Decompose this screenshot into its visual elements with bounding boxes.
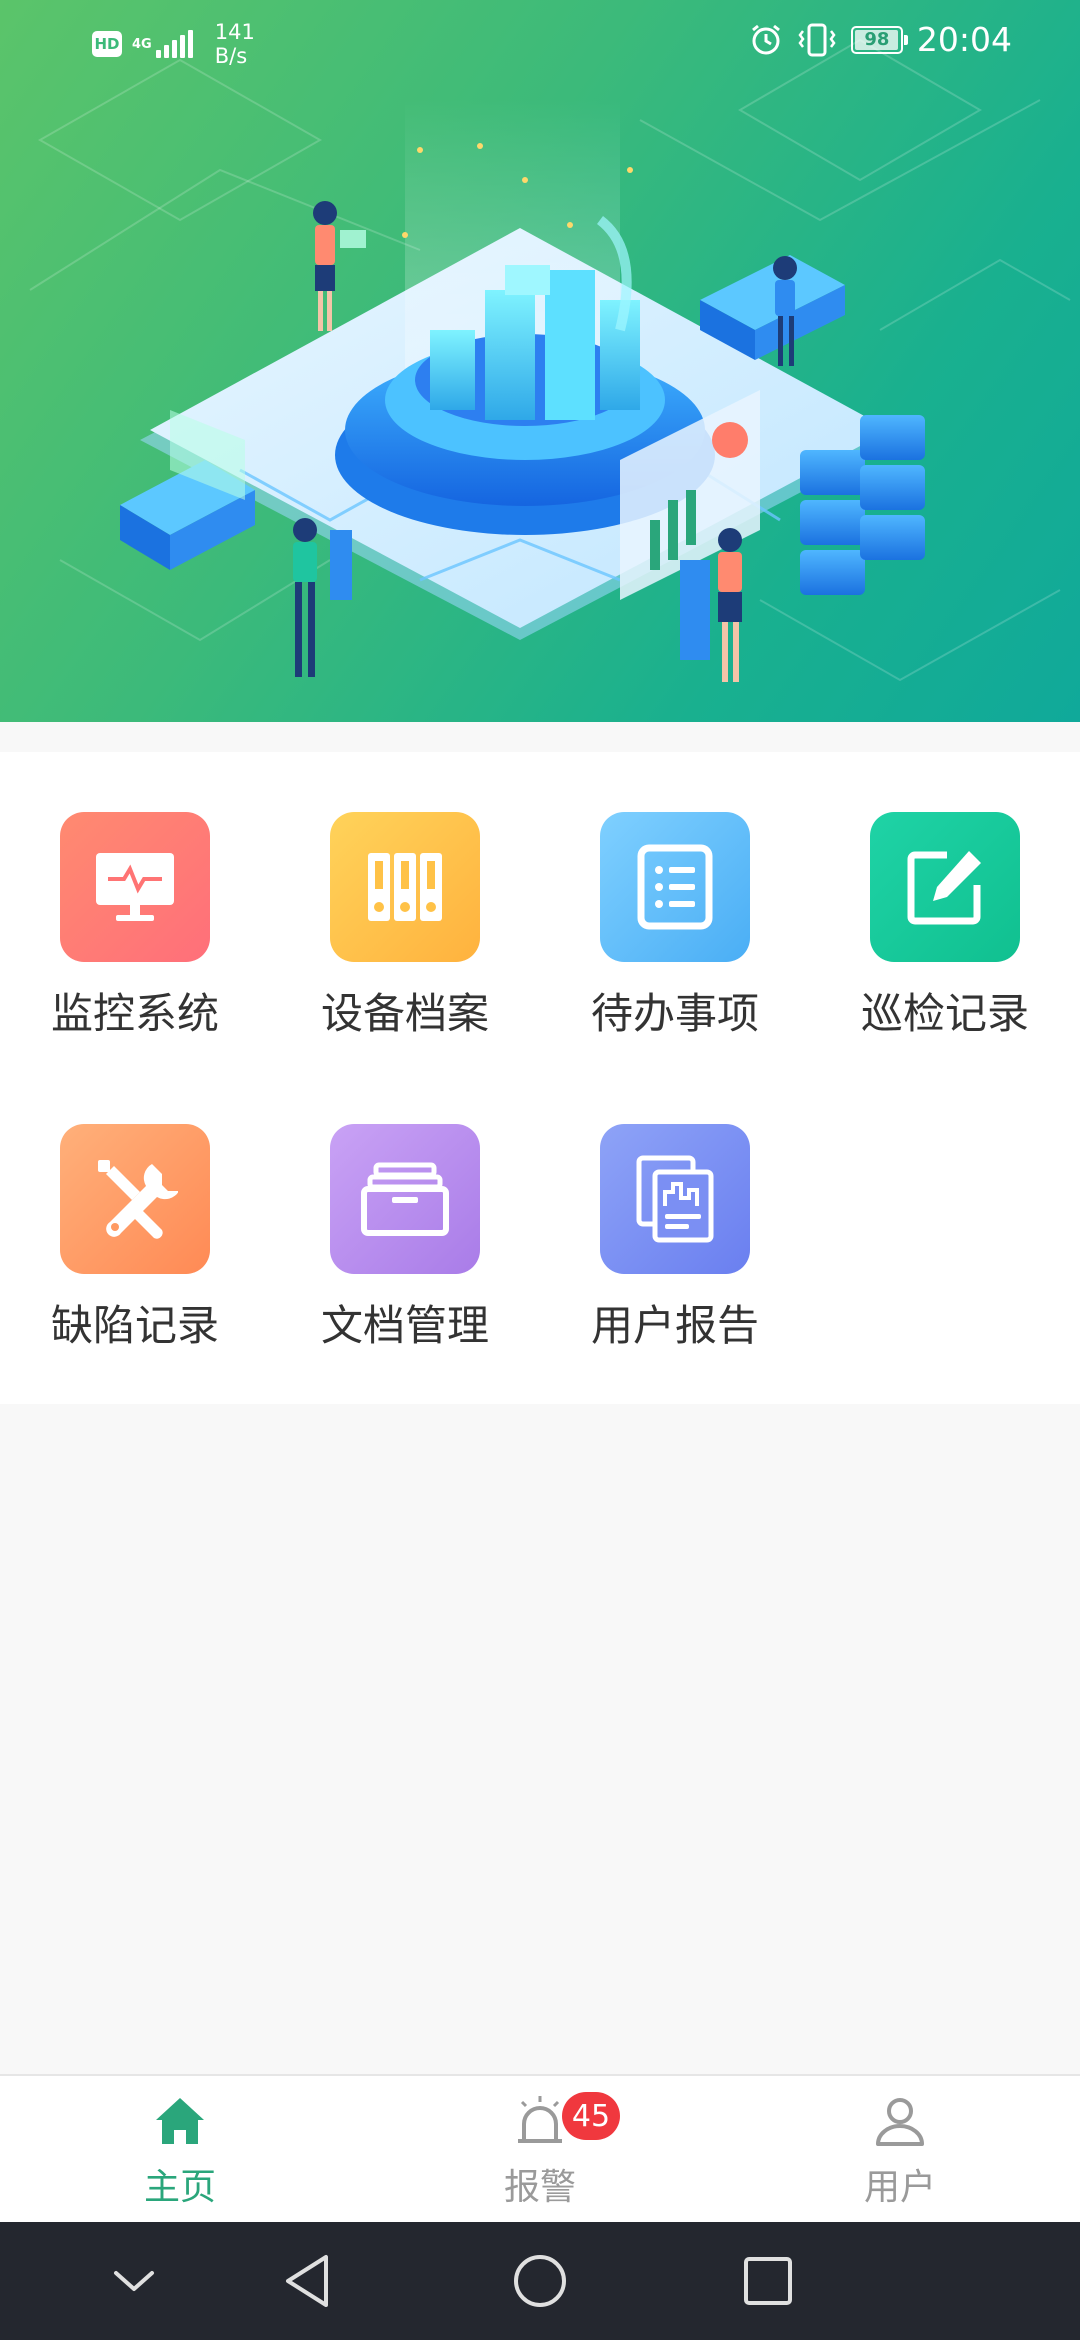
tab-alarm[interactable]: 45 报警 [360,2076,720,2224]
tab-label: 用户 [863,2167,936,2208]
battery-icon: 98 [850,25,908,54]
alarm-icon [751,24,780,54]
network-type: 4G [132,36,152,52]
signal-icon [155,30,193,58]
bottom-tab-bar: 主页 45 报警 用户 [0,2074,1080,2224]
speed-value: 141 [214,20,255,44]
battery-level: 98 [864,29,890,50]
user-icon [876,2098,924,2146]
hd-badge: HD [92,31,122,57]
vibrate-icon [798,23,836,56]
menu-item-monitoring[interactable]: 监控系统 [0,752,270,1038]
menu-label: 文档管理 [320,1301,489,1350]
menu-item-todo[interactable]: 待办事项 [540,752,810,1038]
back-icon[interactable] [278,2251,338,2311]
menu-item-user-report[interactable]: 用户报告 [540,1064,810,1350]
alarm-bell-icon [518,2096,562,2143]
status-bar: HD 4G 141 B/s 98 20:04 [0,0,1080,84]
speed-unit: B/s [214,44,248,68]
menu-label: 缺陷记录 [50,1301,219,1350]
tab-user[interactable]: 用户 [720,2076,1080,2224]
alarm-count-badge: 45 [562,2092,620,2140]
function-menu: 监控系统 设备档案 待办事项 巡检记录 缺陷记录 文档管理 用户报告 [0,752,1080,1404]
app-screen: HD 4G 141 B/s 98 20:04 监控系统 设备档案 待办事项 巡检… [0,0,1080,2340]
menu-item-defects[interactable]: 缺陷记录 [0,1064,270,1350]
home-circle-icon[interactable] [510,2251,570,2311]
system-nav-bar [0,2222,1080,2340]
tab-label: 报警 [503,2167,576,2208]
recents-icon[interactable] [738,2251,798,2311]
binders-icon [330,812,480,962]
status-left: HD 4G 141 B/s [92,20,255,68]
status-right: 98 20:04 [749,20,1012,59]
folder-icon [330,1124,480,1274]
menu-label: 巡检记录 [860,989,1029,1038]
menu-label: 监控系统 [50,989,219,1038]
status-time: 20:04 [916,20,1012,59]
data-center-illustration [29,38,1071,682]
home-icon [156,2098,204,2144]
menu-item-equipment-files[interactable]: 设备档案 [270,752,540,1038]
menu-item-documents[interactable]: 文档管理 [270,1064,540,1350]
report-icon [600,1124,750,1274]
tools-icon [60,1124,210,1274]
menu-label: 设备档案 [320,989,489,1038]
network-speed: 141 B/s [215,20,255,68]
menu-item-inspection[interactable]: 巡检记录 [810,752,1080,1038]
menu-label: 待办事项 [590,989,759,1038]
collapse-icon[interactable] [104,2251,164,2311]
tab-label: 主页 [143,2167,216,2208]
tab-home[interactable]: 主页 [0,2076,360,2224]
checklist-icon [600,812,750,962]
edit-icon [870,812,1020,962]
monitor-icon [60,812,210,962]
menu-label: 用户报告 [590,1301,759,1350]
home-banner[interactable]: HD 4G 141 B/s 98 20:04 [0,0,1080,722]
